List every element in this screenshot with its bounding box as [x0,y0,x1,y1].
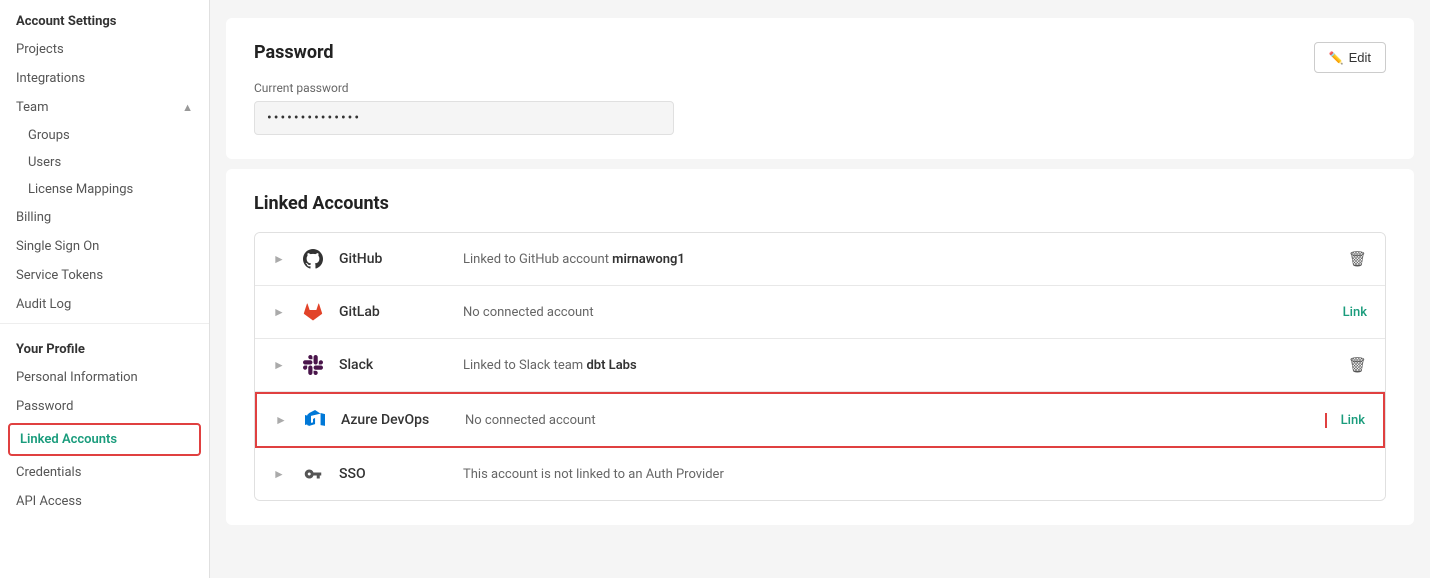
gitlab-status: No connected account [463,305,1329,320]
slack-row-chevron[interactable]: ► [273,358,287,372]
gitlab-row-chevron[interactable]: ► [273,305,287,319]
github-icon [301,247,325,271]
slack-icon [301,353,325,377]
github-status: Linked to GitHub account mirnawong1 [463,252,1334,267]
password-display: •••••••••••••• [254,101,674,135]
sso-status: This account is not linked to an Auth Pr… [463,467,1367,482]
sidebar-item-integrations[interactable]: Integrations [0,64,209,93]
account-settings-heading: Account Settings [0,0,209,35]
slack-name: Slack [339,357,449,373]
team-chevron-icon: ▲ [182,101,193,114]
gitlab-icon [301,300,325,324]
sidebar-item-password[interactable]: Password [0,392,209,421]
sso-icon [301,462,325,486]
account-row-github: ► GitHub Linked to GitHub account mirnaw… [255,233,1385,286]
sidebar-item-api-access[interactable]: API Access [0,487,209,516]
main-content: Password ✏️ Edit Current password ••••••… [210,0,1430,578]
current-password-label: Current password [254,81,1386,95]
gitlab-name: GitLab [339,304,449,320]
sidebar-divider [0,323,209,324]
azure-devops-link-button[interactable]: Link [1325,413,1365,428]
azure-devops-icon [303,408,327,432]
account-row-slack: ► Slack Linked to Slack team dbt Labs 🗑 [255,339,1385,392]
password-section-title: Password [254,42,334,63]
sso-row-chevron[interactable]: ► [273,467,287,481]
github-name: GitHub [339,251,449,267]
accounts-table: ► GitHub Linked to GitHub account mirnaw… [254,232,1386,501]
github-row-chevron[interactable]: ► [273,252,287,266]
account-row-azure-devops: ► Azure DevOps No connected account Link [255,392,1385,448]
github-delete-button[interactable]: 🗑 [1348,250,1367,268]
slack-delete-button[interactable]: 🗑 [1348,356,1367,374]
sidebar-item-audit-log[interactable]: Audit Log [0,290,209,319]
pencil-icon: ✏️ [1329,51,1344,65]
azure-devops-status: No connected account [465,413,1311,428]
sidebar: Account Settings Projects Integrations T… [0,0,210,578]
sidebar-item-team[interactable]: Team ▲ [0,93,209,122]
sidebar-item-billing[interactable]: Billing [0,203,209,232]
slack-status: Linked to Slack team dbt Labs [463,358,1334,373]
sidebar-item-single-sign-on[interactable]: Single Sign On [0,232,209,261]
sidebar-item-users[interactable]: Users [0,149,209,176]
gitlab-link-button[interactable]: Link [1343,305,1367,320]
edit-password-button[interactable]: ✏️ Edit [1314,42,1386,73]
sidebar-item-projects[interactable]: Projects [0,35,209,64]
sso-name: SSO [339,466,449,482]
account-row-sso: ► SSO This account is not linked to an A… [255,448,1385,500]
linked-accounts-section: Linked Accounts ► GitHub Linked to GitHu… [226,169,1414,525]
sidebar-item-license-mappings[interactable]: License Mappings [0,176,209,203]
sidebar-item-service-tokens[interactable]: Service Tokens [0,261,209,290]
azure-devops-row-chevron[interactable]: ► [275,413,289,427]
sidebar-item-personal-information[interactable]: Personal Information [0,363,209,392]
sidebar-item-credentials[interactable]: Credentials [0,458,209,487]
linked-accounts-title: Linked Accounts [254,193,1386,214]
password-section: Password ✏️ Edit Current password ••••••… [226,18,1414,159]
sidebar-item-linked-accounts[interactable]: Linked Accounts [8,423,201,456]
your-profile-heading: Your Profile [0,328,209,363]
account-row-gitlab: ► GitLab No connected account Link [255,286,1385,339]
azure-devops-name: Azure DevOps [341,412,451,428]
sidebar-item-groups[interactable]: Groups [0,122,209,149]
